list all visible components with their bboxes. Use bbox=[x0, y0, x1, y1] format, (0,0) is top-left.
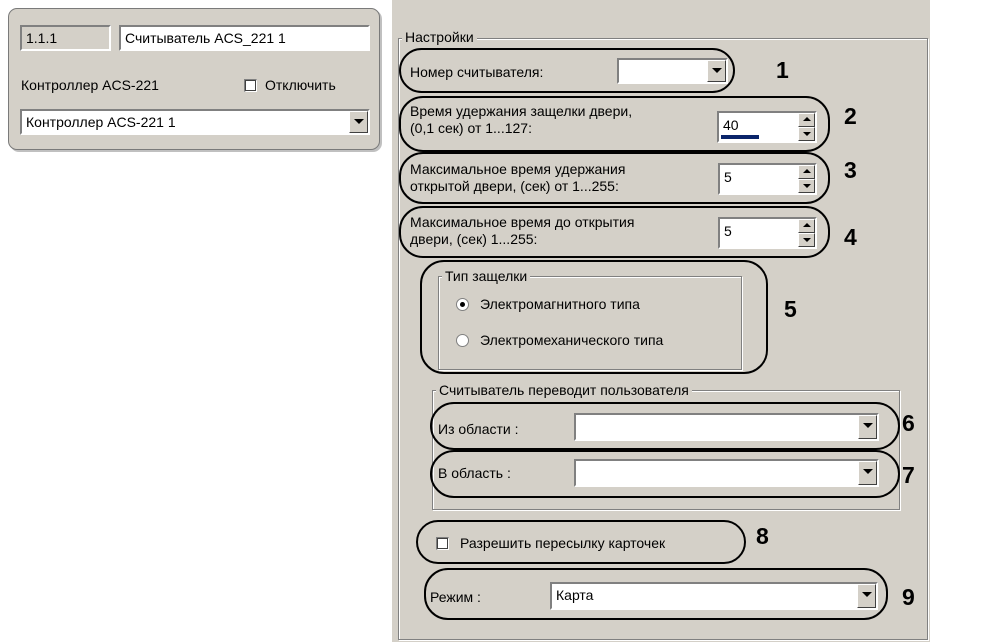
max-open-value: 5 bbox=[724, 169, 732, 185]
chevron-down-icon[interactable] bbox=[349, 111, 368, 133]
callout-number-2: 2 bbox=[844, 103, 857, 129]
lock-type-title: Тип защелки bbox=[442, 268, 531, 284]
settings-panel: Настройки Номер считывателя: 1 Время уде… bbox=[392, 0, 930, 642]
callout-number-5: 5 bbox=[784, 296, 797, 322]
spin-up-icon[interactable] bbox=[798, 165, 815, 179]
reader-number-select[interactable] bbox=[617, 58, 728, 84]
max-open-spin-buttons[interactable] bbox=[798, 165, 815, 193]
chevron-down-icon[interactable] bbox=[858, 415, 877, 439]
chevron-down-icon[interactable] bbox=[707, 60, 726, 82]
lock-type-option-1: Электромагнитного типа bbox=[480, 296, 640, 312]
chevron-down-icon[interactable] bbox=[857, 584, 876, 608]
callout-number-4: 4 bbox=[844, 224, 857, 250]
mode-value: Карта bbox=[556, 587, 594, 603]
max-to-open-label-line1: Максимальное время до открытия bbox=[410, 214, 635, 230]
object-id: 1.1.1 bbox=[26, 30, 58, 46]
parent-select[interactable]: Контроллер ACS-221 1 bbox=[20, 109, 370, 135]
callout-number-9: 9 bbox=[902, 584, 915, 610]
chevron-down-icon[interactable] bbox=[858, 461, 877, 485]
mode-label: Режим : bbox=[430, 589, 481, 605]
object-name: Считыватель ACS_221 1 bbox=[125, 30, 286, 46]
transfer-title: Считыватель переводит пользователя bbox=[436, 382, 692, 398]
parent-label: Контроллер ACS-221 bbox=[21, 77, 159, 93]
spin-up-icon[interactable] bbox=[798, 219, 815, 233]
max-to-open-spinner[interactable]: 5 bbox=[718, 217, 817, 249]
reader-number-label: Номер считывателя: bbox=[410, 64, 544, 80]
lock-hold-spin-buttons[interactable] bbox=[798, 113, 815, 141]
lock-type-radio-electromechanical[interactable] bbox=[456, 334, 469, 347]
callout-number-6: 6 bbox=[902, 410, 915, 436]
lock-type-option-2: Электромеханического типа bbox=[480, 332, 664, 348]
callout-number-3: 3 bbox=[844, 157, 857, 183]
lock-hold-progress bbox=[721, 135, 759, 139]
max-to-open-spin-buttons[interactable] bbox=[798, 219, 815, 247]
parent-select-value: Контроллер ACS-221 1 bbox=[26, 114, 176, 130]
max-to-open-value: 5 bbox=[724, 223, 732, 239]
spin-up-icon[interactable] bbox=[798, 113, 815, 127]
spin-down-icon[interactable] bbox=[798, 179, 815, 193]
lock-hold-value: 40 bbox=[723, 117, 739, 133]
max-open-spinner[interactable]: 5 bbox=[718, 163, 817, 195]
spin-down-icon[interactable] bbox=[798, 127, 815, 141]
transfer-groupbox bbox=[432, 390, 900, 510]
allow-card-forwarding-label: Разрешить пересылку карточек bbox=[460, 535, 666, 551]
lock-type-groupbox bbox=[438, 276, 742, 370]
lock-hold-label-line2: (0,1 сек) от 1...127: bbox=[410, 120, 532, 136]
allow-card-forwarding-checkbox[interactable] bbox=[436, 537, 449, 550]
max-open-label-line1: Максимальное время удержания bbox=[410, 161, 626, 177]
max-to-open-label-line2: двери, (сек) 1...255: bbox=[410, 231, 538, 247]
to-area-label: В область : bbox=[438, 465, 511, 481]
mode-select[interactable]: Карта bbox=[550, 582, 878, 610]
object-panel: 1.1.1 Считыватель ACS_221 1 Контроллер A… bbox=[8, 8, 380, 150]
spin-down-icon[interactable] bbox=[798, 233, 815, 247]
lock-hold-label-line1: Время удержания защелки двери, bbox=[410, 103, 633, 119]
settings-title: Настройки bbox=[402, 29, 477, 45]
disable-label: Отключить bbox=[265, 77, 336, 93]
callout-number-7: 7 bbox=[902, 462, 915, 488]
object-name-field[interactable]: Считыватель ACS_221 1 bbox=[119, 25, 370, 51]
callout-number-8: 8 bbox=[756, 523, 769, 549]
object-id-field: 1.1.1 bbox=[20, 25, 111, 51]
from-area-select[interactable] bbox=[574, 413, 879, 441]
callout-number-1: 1 bbox=[776, 57, 789, 83]
max-open-label-line2: открытой двери, (сек) от 1...255: bbox=[410, 178, 619, 194]
lock-hold-spinner[interactable]: 40 bbox=[717, 111, 817, 143]
from-area-label: Из области : bbox=[438, 421, 519, 437]
disable-checkbox[interactable] bbox=[244, 79, 257, 92]
lock-type-radio-electromagnetic[interactable] bbox=[456, 298, 469, 311]
to-area-select[interactable] bbox=[574, 459, 879, 487]
